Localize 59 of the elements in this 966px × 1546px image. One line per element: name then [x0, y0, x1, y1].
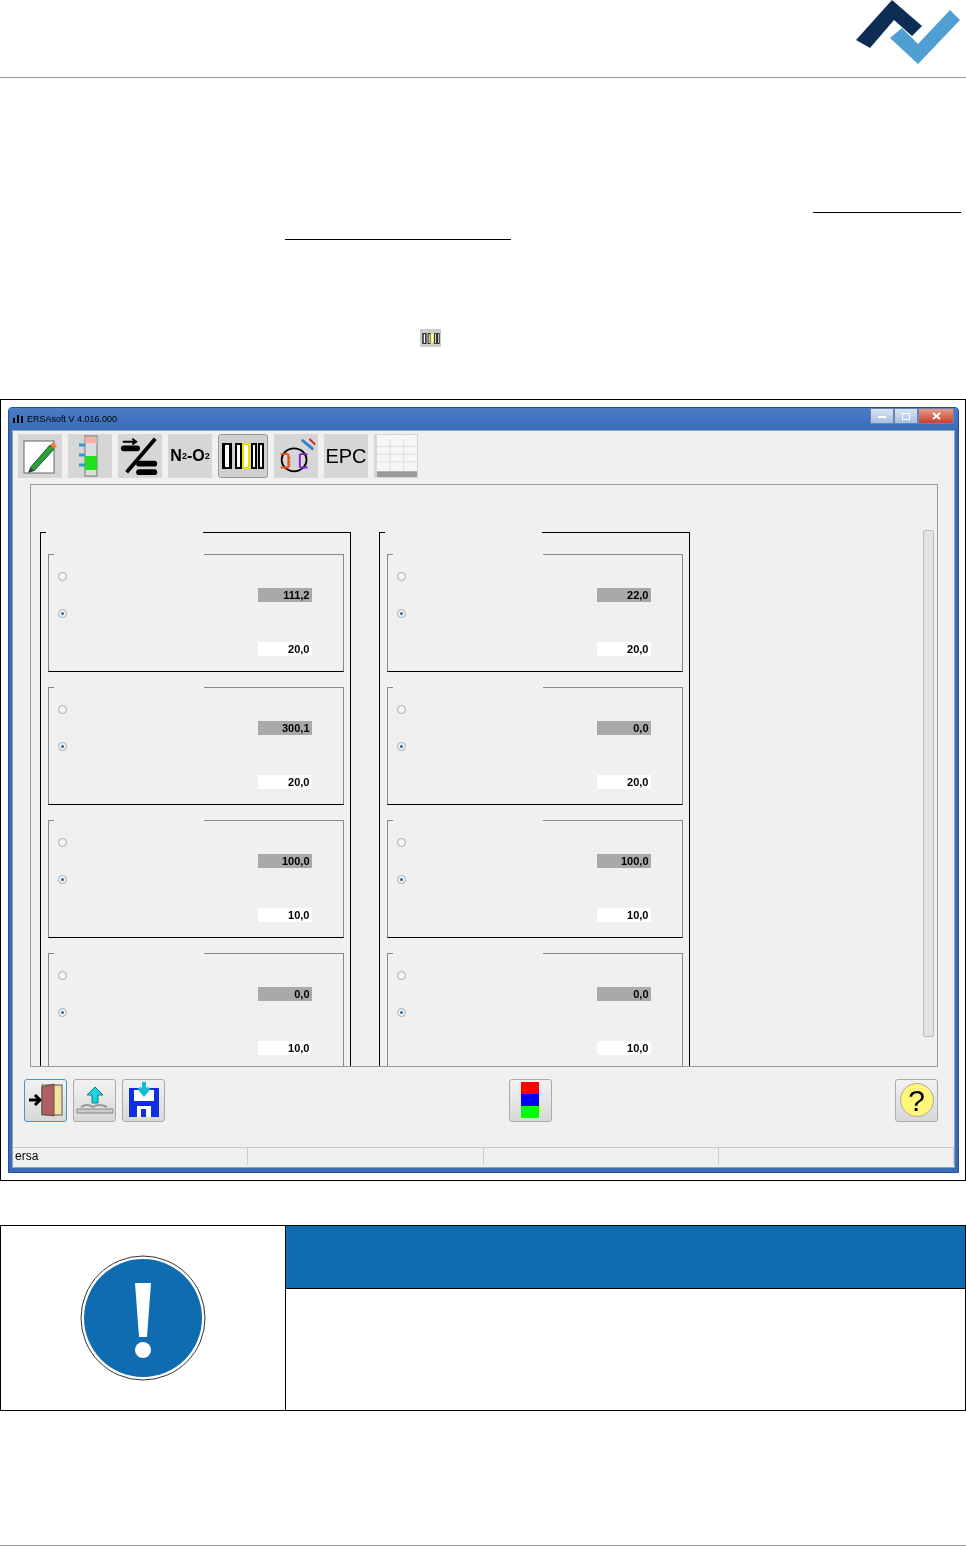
reading-display: 300,1 [257, 721, 312, 735]
app-icon [13, 415, 23, 423]
radio-button[interactable] [57, 838, 67, 847]
reading-display: 22,0 [596, 588, 651, 602]
toolbar-button[interactable] [118, 434, 162, 478]
radio-button[interactable] [57, 609, 67, 618]
radio-button[interactable] [396, 838, 406, 847]
maximize-icon [902, 412, 910, 420]
status-text: ersa [15, 1149, 39, 1163]
toolbar-button[interactable] [508, 1078, 552, 1122]
value-field[interactable]: 20,0 [596, 775, 651, 789]
reading-display: 0,0 [257, 987, 312, 1001]
radio-button[interactable] [57, 1008, 67, 1017]
reading-display: 100,0 [257, 854, 312, 868]
profile-icon [221, 441, 265, 471]
save-icon [126, 1082, 161, 1118]
radio-button[interactable] [396, 705, 406, 714]
reading-display: 100,0 [596, 854, 651, 868]
maximize-button[interactable] [894, 408, 918, 424]
exclamation-icon [80, 1255, 206, 1381]
radio-button[interactable] [396, 875, 406, 884]
window-title: ERSAsoft V 4.016.000 [27, 414, 119, 424]
radio-button[interactable] [396, 572, 406, 581]
radio-button[interactable] [57, 875, 67, 884]
value-field[interactable]: 10,0 [257, 908, 312, 922]
radio-button[interactable] [57, 572, 67, 581]
value-field[interactable]: 10,0 [596, 1041, 651, 1055]
radio-button[interactable] [396, 971, 406, 980]
radio-button[interactable] [396, 1008, 406, 1017]
help-button[interactable]: ? [895, 1078, 938, 1122]
logo-icon [856, 0, 960, 64]
minimize-icon [878, 414, 886, 418]
toolbar-button[interactable]: EPC [324, 434, 368, 478]
minimize-button[interactable] [870, 408, 894, 424]
toolbar-button[interactable] [218, 434, 268, 478]
exit-door-icon [27, 1083, 64, 1117]
reading-display: 0,0 [596, 987, 651, 1001]
value-field[interactable]: 10,0 [257, 1041, 312, 1055]
radio-button[interactable] [396, 742, 406, 751]
toolbar-button[interactable] [24, 1078, 67, 1122]
color-bars-icon [521, 1082, 539, 1118]
close-button[interactable] [918, 408, 954, 424]
table-icon [375, 434, 417, 478]
toolbar-button[interactable] [274, 434, 318, 478]
radio-button[interactable] [57, 705, 67, 714]
pencil-icon [22, 437, 58, 475]
close-icon [931, 412, 941, 420]
reading-display: 111,2 [257, 588, 312, 602]
radio-button[interactable] [57, 971, 67, 980]
value-field[interactable]: 20,0 [596, 642, 651, 656]
value-field[interactable]: 20,0 [257, 642, 312, 656]
upload-icon [74, 1085, 115, 1115]
reading-display: 0,0 [596, 721, 651, 735]
value-field[interactable]: 10,0 [596, 908, 651, 922]
value-field[interactable]: 20,0 [257, 775, 312, 789]
radio-button[interactable] [396, 609, 406, 618]
toolbar-button[interactable] [122, 1078, 165, 1122]
radio-button[interactable] [57, 742, 67, 751]
profile-icon [421, 331, 440, 345]
